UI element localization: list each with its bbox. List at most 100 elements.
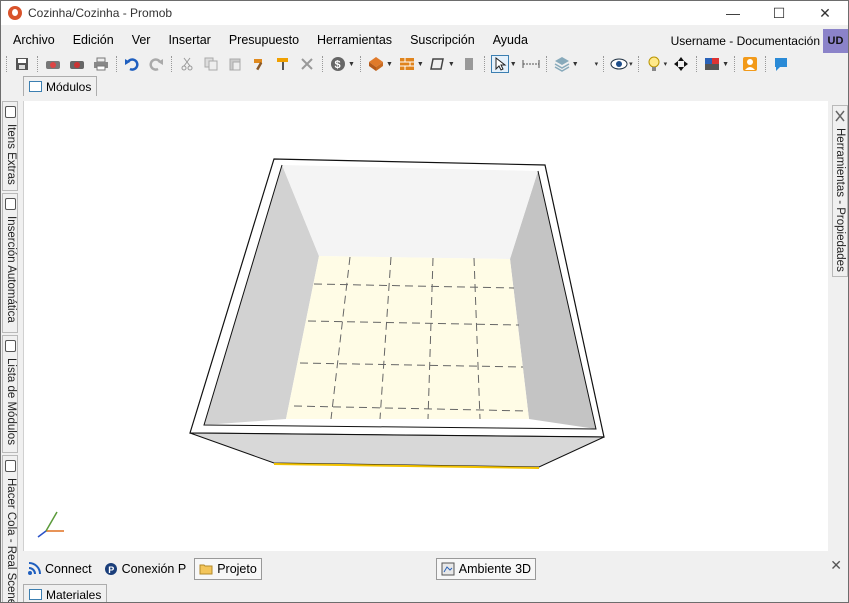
- close-panel-icon[interactable]: ✕: [830, 557, 842, 574]
- toolbar-separator: [483, 56, 485, 72]
- maximize-button[interactable]: ☐: [756, 1, 802, 25]
- budget-icon[interactable]: $: [329, 55, 347, 73]
- menu-ayuda[interactable]: Ayuda: [484, 28, 537, 52]
- automatic-insert-icon: [5, 198, 16, 210]
- chevron-down-icon[interactable]: ▼: [510, 61, 517, 68]
- chevron-down-icon[interactable]: ▼: [572, 61, 579, 68]
- tab-lista-de-modulos[interactable]: Lista de Módulos: [2, 335, 18, 453]
- tab-conexion-p[interactable]: P Conexión P: [100, 558, 191, 580]
- chevron-down-icon[interactable]: ▼: [448, 61, 455, 68]
- chevron-down-icon[interactable]: ▼: [386, 61, 393, 68]
- tab-herramientas-propiedades[interactable]: Herramientas - Propiedades: [832, 105, 848, 277]
- delete-icon[interactable]: [298, 55, 316, 73]
- toolbar-separator: [116, 56, 117, 72]
- toolbar-separator: [6, 56, 7, 72]
- tab-conexion-p-label: Conexión P: [121, 561, 187, 576]
- cut-icon[interactable]: [178, 55, 196, 73]
- materiales-tab-label: Materiales: [46, 587, 102, 602]
- door-icon[interactable]: [460, 55, 478, 73]
- folder-icon: [199, 562, 213, 576]
- redo-icon[interactable]: [147, 55, 165, 73]
- copy-icon[interactable]: [202, 55, 220, 73]
- promob-logo-icon: [8, 6, 22, 20]
- user-icon[interactable]: [741, 55, 759, 73]
- tab-insercion-automatica[interactable]: Inserción Automática: [2, 193, 18, 333]
- toolbar-separator: [171, 56, 172, 72]
- paperclip-icon: [5, 106, 16, 118]
- shape-icon[interactable]: [429, 55, 447, 73]
- svg-text:$: $: [335, 59, 341, 71]
- menu-insertar[interactable]: Insertar: [159, 28, 219, 52]
- menu-suscripcion[interactable]: Suscripción: [401, 28, 484, 52]
- floor: [286, 256, 529, 419]
- materiales-tab[interactable]: Materiales: [23, 584, 108, 602]
- hammer-icon[interactable]: [250, 55, 268, 73]
- user-name[interactable]: Username - Documentación: [671, 29, 820, 53]
- menu-herramientas[interactable]: Herramientas: [308, 28, 401, 52]
- palette-icon[interactable]: [703, 55, 721, 73]
- tab-itens-extras[interactable]: Itens Extras: [2, 101, 18, 191]
- axis-gizmo-icon: [37, 511, 64, 538]
- toolbar-separator: [637, 56, 639, 72]
- light-icon[interactable]: [645, 55, 663, 73]
- measure-icon[interactable]: [522, 55, 540, 73]
- left-side-panel: Itens Extras Inserción Automática Lista …: [1, 101, 19, 603]
- catalog-icon[interactable]: [367, 55, 385, 73]
- toolbar-separator: [765, 56, 767, 72]
- close-button[interactable]: ✕: [802, 1, 848, 25]
- 3d-scene[interactable]: [24, 101, 829, 551]
- render2-icon[interactable]: [68, 55, 86, 73]
- title-bar: Cozinha/Cozinha - Promob — ☐ ✕: [1, 1, 848, 25]
- minimize-button[interactable]: —: [710, 1, 756, 25]
- chevron-down-icon[interactable]: ▼: [348, 61, 355, 68]
- save-icon[interactable]: [13, 55, 31, 73]
- chevron-down-icon[interactable]: ▼: [417, 61, 424, 68]
- tab-connect-label: Connect: [45, 561, 92, 576]
- conexion-icon: P: [104, 562, 118, 576]
- toolbar-separator: [359, 56, 361, 72]
- tab-hacer-cola-label: Hacer Cola - Real Scene: [5, 478, 17, 603]
- materials-icon: [29, 589, 42, 600]
- paintbrush-icon[interactable]: [274, 55, 292, 73]
- layers-icon[interactable]: [553, 55, 571, 73]
- app-window: Cozinha/Cozinha - Promob — ☐ ✕ Archivo E…: [0, 0, 849, 603]
- render-icon[interactable]: [44, 55, 62, 73]
- tab-connect[interactable]: Connect: [23, 558, 96, 580]
- modules-icon: [29, 81, 42, 92]
- chat-icon[interactable]: [772, 55, 790, 73]
- move-icon[interactable]: [672, 55, 690, 73]
- chevron-down-icon[interactable]: ▾: [664, 60, 668, 68]
- menu-edicion[interactable]: Edición: [64, 28, 123, 52]
- select-icon[interactable]: [490, 55, 509, 73]
- eye-icon[interactable]: [610, 55, 628, 73]
- chevron-down-icon[interactable]: ▼: [722, 61, 729, 68]
- 3d-view-icon: [441, 562, 455, 576]
- modulos-tab[interactable]: Módulos: [23, 76, 98, 96]
- tab-projeto-label: Projeto: [217, 561, 257, 576]
- list-icon: [5, 340, 16, 352]
- menu-presupuesto[interactable]: Presupuesto: [220, 28, 308, 52]
- tab-hacer-cola[interactable]: Hacer Cola - Real Scene: [2, 455, 18, 603]
- wall-icon[interactable]: [398, 55, 416, 73]
- toolbar-separator: [322, 56, 323, 72]
- chevron-down-icon[interactable]: ▾: [595, 60, 599, 68]
- tools-icon: [835, 110, 845, 122]
- render-queue-icon: [5, 460, 16, 472]
- 3d-viewport[interactable]: [23, 101, 828, 551]
- print-icon[interactable]: [92, 55, 110, 73]
- chevron-down-icon[interactable]: ▾: [629, 60, 633, 68]
- tab-insercion-automatica-label: Inserción Automática: [5, 216, 17, 323]
- main-toolbar: $ ▼ ▼ ▼ ▼ ▼ ▼ ▾ ▾ ▾ ▼: [1, 53, 848, 75]
- tab-projeto[interactable]: Projeto: [194, 557, 262, 580]
- menu-archivo[interactable]: Archivo: [1, 28, 64, 52]
- modulos-tab-label: Módulos: [46, 79, 92, 94]
- user-avatar[interactable]: UD: [823, 29, 848, 53]
- tab-ambiente-3d[interactable]: Ambiente 3D: [435, 557, 537, 580]
- menu-ver[interactable]: Ver: [123, 28, 160, 52]
- paste-icon[interactable]: [226, 55, 244, 73]
- undo-icon[interactable]: [123, 55, 141, 73]
- back-wall: [282, 165, 538, 259]
- toolbar-separator: [734, 56, 736, 72]
- toolbar-separator: [545, 56, 547, 72]
- connect-icon: [27, 561, 41, 576]
